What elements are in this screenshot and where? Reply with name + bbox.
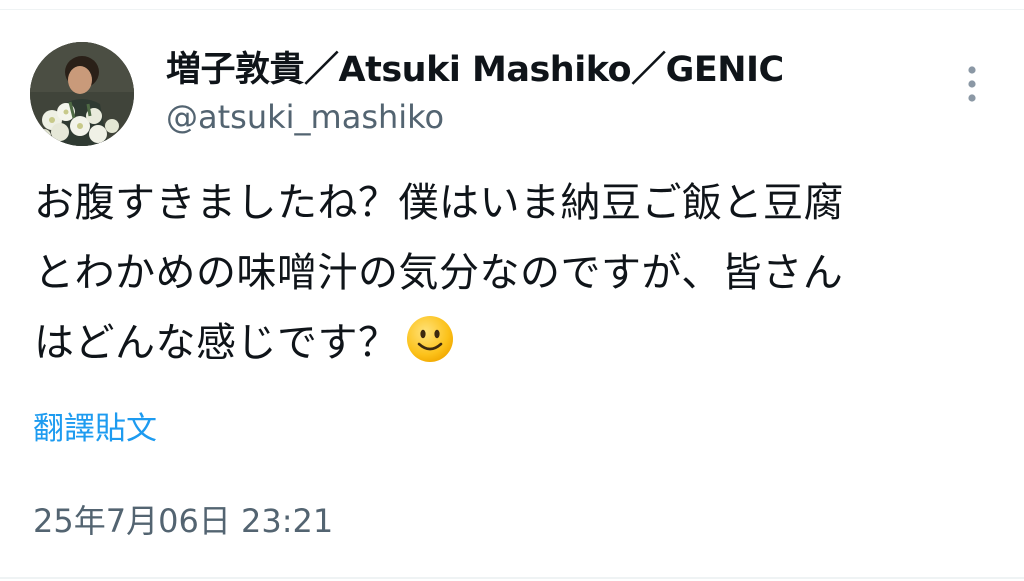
post-timestamp[interactable]: 25年7月06日 23:21: [33, 500, 333, 542]
bottom-divider: [0, 577, 1024, 579]
more-vertical-icon: [968, 66, 976, 102]
profile-photo-icon: [30, 42, 134, 146]
more-options-button[interactable]: [952, 60, 992, 108]
tweet-line-text: はどんな感じです？: [34, 320, 399, 366]
tweet-line: お腹すきましたね？僕はいま納豆ご飯と豆腐: [34, 180, 844, 226]
author-avatar[interactable]: [30, 42, 134, 146]
translate-post-link[interactable]: 翻譯貼文: [33, 408, 157, 450]
author-handle[interactable]: @atsuki_mashiko: [166, 96, 444, 138]
tweet-text: お腹すきましたね？僕はいま納豆ご飯と豆腐 とわかめの味噌汁の気分なのですが、皆さ…: [34, 168, 994, 386]
tweet-line: とわかめの味噌汁の気分なのですが、皆さん: [34, 250, 844, 296]
slightly-smiling-face-emoji-icon: [405, 314, 455, 386]
author-display-name[interactable]: 増子敦貴／Atsuki Mashiko／GENIC: [166, 48, 784, 92]
tweet-line-last: はどんな感じです？: [34, 308, 994, 386]
top-divider: [0, 9, 1024, 10]
